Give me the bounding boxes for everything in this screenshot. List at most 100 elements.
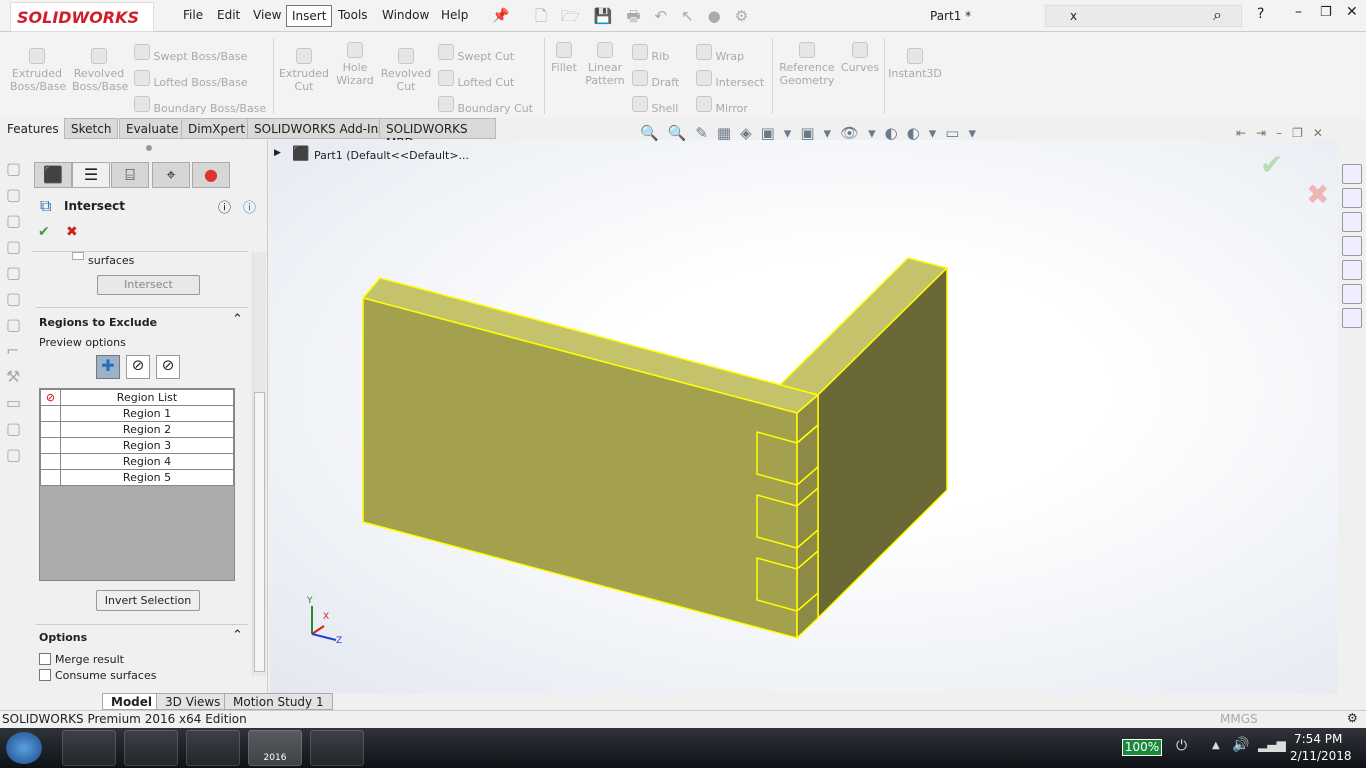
tab-features[interactable]: Features: [0, 118, 66, 139]
menu-tools[interactable]: Tools: [333, 5, 373, 25]
invert-selection-button[interactable]: Invert Selection: [96, 590, 200, 611]
help-icon[interactable]: ?: [1257, 6, 1264, 22]
volume-icon[interactable]: 🔊: [1232, 737, 1249, 753]
view-cube-icons[interactable]: ▢ ▢ ▢ ▢ ▢ ▢ ▢ ⌐ ⚒ ▭ ▢ ▢: [0, 140, 32, 484]
units-selector[interactable]: MMGS: [1220, 712, 1258, 726]
tab-display-manager[interactable]: ●: [192, 162, 230, 188]
show-hidden-icons[interactable]: ▲: [1212, 740, 1220, 751]
tab-mbd[interactable]: SOLIDWORKS MBD: [379, 118, 496, 150]
view-palette-icon[interactable]: [1342, 236, 1362, 256]
curves-button[interactable]: Curves: [840, 42, 880, 74]
list-item[interactable]: Region 3: [40, 437, 234, 454]
fillet-button[interactable]: Fillet: [548, 42, 580, 74]
design-library-icon[interactable]: [1342, 188, 1362, 208]
show-excluded-preview-button[interactable]: ⊘: [126, 355, 150, 379]
cancel-button[interactable]: ✖: [66, 224, 78, 240]
pin-icon[interactable]: 📌: [492, 8, 509, 24]
linear-pattern-button[interactable]: Linear Pattern: [584, 42, 626, 87]
network-signal-icon[interactable]: ▂▄▆: [1258, 738, 1286, 752]
explorer-taskbar-icon[interactable]: [62, 730, 116, 766]
tab-dimxpert[interactable]: DimXpert: [181, 118, 253, 139]
minimize-icon[interactable]: –: [1295, 4, 1302, 20]
intersect-button[interactable]: Intersect: [696, 70, 764, 89]
graphics-area[interactable]: ▶ ⬛ Part1 (Default<<Default>... 🔍🔍✎▦◈▣▾▣…: [270, 124, 1338, 693]
boundary-boss-button[interactable]: Boundary Boss/Base: [134, 96, 266, 115]
wrap-button[interactable]: Wrap: [696, 44, 744, 63]
quick-access-icons[interactable]: 🗋🗁💾🖶↶↖●⚙: [535, 6, 762, 31]
list-item[interactable]: Region 5: [40, 469, 234, 486]
clock-time[interactable]: 7:54 PM: [1294, 732, 1342, 746]
search-icon[interactable]: ⌕: [1213, 5, 1222, 25]
tab-3d-views[interactable]: 3D Views: [156, 693, 230, 710]
solidworks-taskbar-icon[interactable]: 2016: [248, 730, 302, 766]
menu-view[interactable]: View: [248, 5, 286, 25]
merge-result-checkbox[interactable]: [39, 653, 51, 665]
swept-cut-button[interactable]: Swept Cut: [438, 44, 514, 63]
lofted-cut-button[interactable]: Lofted Cut: [438, 70, 514, 89]
file-explorer-icon[interactable]: [1342, 212, 1362, 232]
forum-icon[interactable]: [1342, 308, 1362, 328]
shell-button[interactable]: Shell: [632, 96, 678, 115]
menu-help[interactable]: Help: [436, 5, 473, 25]
show-included-preview-button[interactable]: ✚: [96, 355, 120, 379]
mirror-button[interactable]: Mirror: [696, 96, 748, 115]
extruded-cut-button[interactable]: Extruded Cut: [278, 48, 330, 93]
region-checkbox[interactable]: [40, 469, 61, 486]
list-item[interactable]: Region 4: [40, 453, 234, 470]
tab-feature-tree[interactable]: ⬛: [34, 162, 72, 188]
menu-file[interactable]: File: [178, 5, 208, 25]
region-checkbox[interactable]: [40, 437, 61, 454]
tab-evaluate[interactable]: Evaluate: [119, 118, 186, 139]
tab-addins[interactable]: SOLIDWORKS Add-Ins: [247, 118, 392, 139]
region-list[interactable]: ⊘ Region List Region 1 Region 2 Region 3 …: [39, 388, 235, 581]
tab-dimxpert-manager[interactable]: ⌖: [152, 162, 190, 188]
scrollbar-thumb[interactable]: [254, 392, 265, 672]
menu-insert[interactable]: Insert: [286, 5, 333, 27]
chrome-taskbar-icon[interactable]: [124, 730, 178, 766]
whats-new-icon[interactable]: ⓘ: [218, 197, 231, 216]
draft-button[interactable]: Draft: [632, 70, 679, 89]
panel-scrollbar[interactable]: [252, 252, 266, 676]
revolved-boss-button[interactable]: Revolved Boss/Base: [72, 48, 128, 93]
lofted-boss-button[interactable]: Lofted Boss/Base: [134, 70, 248, 89]
menu-window[interactable]: Window: [377, 5, 434, 25]
custom-properties-icon[interactable]: [1342, 284, 1362, 304]
solidworks-logo[interactable]: SOLIDWORKS: [10, 2, 154, 32]
start-button[interactable]: [6, 732, 42, 764]
extruded-boss-button[interactable]: Extruded Boss/Base: [10, 48, 66, 93]
collapse-chevron-icon[interactable]: ⌃: [232, 628, 243, 643]
ok-button[interactable]: ✔: [38, 224, 50, 240]
tab-motion-study[interactable]: Motion Study 1: [224, 693, 333, 710]
region-checkbox[interactable]: [40, 405, 61, 422]
list-item[interactable]: Region 2: [40, 421, 234, 438]
create-surfaces-checkbox[interactable]: [72, 252, 84, 260]
revolved-cut-button[interactable]: Revolved Cut: [380, 48, 432, 93]
region-checkbox[interactable]: [40, 421, 61, 438]
tab-property-manager[interactable]: ☰: [72, 162, 110, 188]
close-icon[interactable]: ✕: [1346, 4, 1358, 20]
folder-taskbar-icon[interactable]: [186, 730, 240, 766]
customize-icon[interactable]: ⚙: [1347, 711, 1358, 725]
consume-surfaces-checkbox[interactable]: [39, 669, 51, 681]
tab-model[interactable]: Model: [102, 693, 162, 710]
panel-grip[interactable]: [146, 145, 152, 151]
show-all-preview-button[interactable]: ⊘: [156, 355, 180, 379]
tab-configuration[interactable]: ⌸: [111, 162, 149, 188]
clock-date[interactable]: 2/11/2018: [1290, 749, 1352, 763]
battery-indicator[interactable]: 100%: [1122, 739, 1162, 756]
rib-button[interactable]: Rib: [632, 44, 669, 63]
boundary-cut-button[interactable]: Boundary Cut: [438, 96, 533, 115]
home-icon[interactable]: [1342, 164, 1362, 184]
menu-edit[interactable]: Edit: [212, 5, 245, 25]
swept-boss-button[interactable]: Swept Boss/Base: [134, 44, 247, 63]
list-item[interactable]: Region 1: [40, 405, 234, 422]
vlc-taskbar-icon[interactable]: [310, 730, 364, 766]
power-plug-icon[interactable]: ⏻: [1176, 738, 1187, 754]
window-controls-icons[interactable]: ⇤⇥–❐✕: [1236, 126, 1333, 140]
hole-wizard-button[interactable]: Hole Wizard: [332, 42, 378, 87]
reference-geometry-button[interactable]: Reference Geometry: [778, 42, 836, 87]
instant3d-button[interactable]: Instant3D: [888, 48, 942, 80]
region-checkbox[interactable]: [40, 453, 61, 470]
restore-icon[interactable]: ❐: [1320, 5, 1332, 20]
tab-sketch[interactable]: Sketch: [64, 118, 119, 139]
